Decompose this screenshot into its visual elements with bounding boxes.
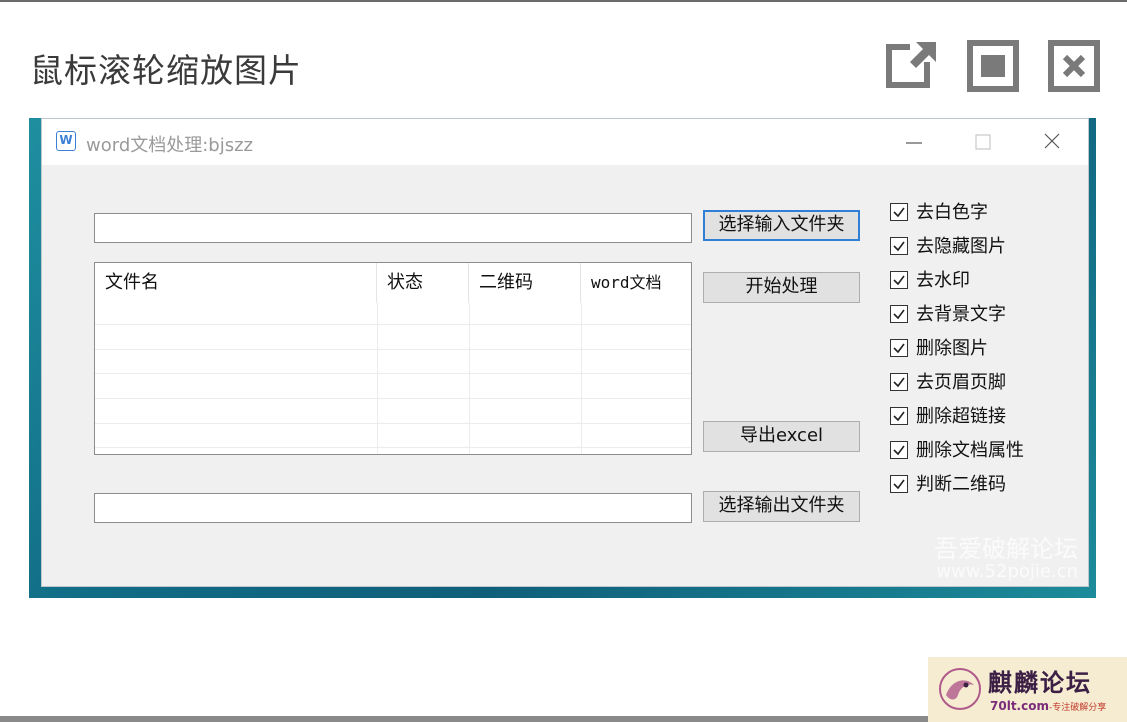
option-label: 去隐藏图片 [916, 236, 1006, 257]
checkbox[interactable] [890, 441, 908, 459]
minimize-icon [906, 142, 922, 144]
option-label: 去页眉页脚 [916, 372, 1006, 393]
window-titlebar: W word文档处理:bjszz [42, 119, 1088, 165]
option-label: 删除超链接 [916, 406, 1006, 427]
column-header-status[interactable]: 状态 [377, 263, 469, 303]
window-close-button[interactable] [1037, 129, 1067, 155]
viewer-bottom-bar [0, 716, 930, 722]
logo-url: 70lt.com-专注破解分享 [990, 699, 1107, 713]
open-external-button[interactable] [886, 40, 938, 92]
column-header-filename[interactable]: 文件名 [95, 263, 377, 303]
checkmark-icon [893, 377, 905, 388]
window-title: word文档处理:bjszz [86, 135, 254, 156]
row-gridline [95, 423, 691, 424]
checkmark-icon [893, 445, 905, 456]
screenshot-image: W word文档处理:bjszz 选择输入文件夹 文件名 状态 二维码 word… [29, 118, 1096, 598]
option-label: 删除图片 [916, 338, 988, 359]
checkmark-icon [893, 343, 905, 354]
output-folder-field[interactable] [94, 493, 692, 523]
row-gridline [95, 398, 691, 399]
logo-name: 麒麟论坛 [988, 668, 1092, 697]
viewer-title: 鼠标滚轮缩放图片 [30, 51, 302, 90]
fullscreen-icon [967, 40, 1019, 92]
option-label: 删除文档属性 [916, 440, 1024, 461]
checkmark-icon [893, 241, 905, 252]
row-gridline [95, 324, 691, 325]
checkbox[interactable] [890, 271, 908, 289]
checkbox[interactable] [890, 373, 908, 391]
fullscreen-button[interactable] [967, 40, 1019, 92]
row-gridline [95, 349, 691, 350]
watermark-url: www.52pojie.cn [936, 561, 1078, 582]
watermark-forum-name: 吾爱破解论坛 [934, 535, 1078, 563]
column-header-word-doc[interactable]: word文档 [581, 263, 691, 303]
row-gridline [95, 373, 691, 374]
checkbox[interactable] [890, 407, 908, 425]
checkmark-icon [893, 207, 905, 218]
checkmark-icon [893, 479, 905, 490]
checkmark-icon [893, 411, 905, 422]
option-label: 去水印 [916, 270, 970, 291]
option-label: 去白色字 [916, 202, 988, 223]
open-external-icon [886, 40, 938, 88]
option-label: 去背景文字 [916, 304, 1006, 325]
file-list-table[interactable]: 文件名 状态 二维码 word文档 [94, 262, 692, 455]
maximize-icon [975, 134, 991, 150]
viewer-close-button[interactable] [1048, 40, 1100, 92]
select-output-folder-button[interactable]: 选择输出文件夹 [703, 491, 860, 522]
qilin-emblem-icon [939, 668, 981, 710]
corner-logo: 麒麟论坛 70lt.com-专注破解分享 [928, 657, 1127, 722]
checkbox[interactable] [890, 339, 908, 357]
column-header-qrcode[interactable]: 二维码 [469, 263, 581, 303]
close-icon [1048, 40, 1100, 92]
export-excel-button[interactable]: 导出excel [703, 421, 860, 452]
checkbox[interactable] [890, 475, 908, 493]
table-header: 文件名 状态 二维码 word文档 [95, 263, 691, 303]
column-gridline [377, 303, 378, 454]
checkbox[interactable] [890, 203, 908, 221]
viewer-top-border [0, 0, 1127, 2]
word-icon: W [56, 131, 76, 151]
close-icon [1044, 133, 1060, 149]
maximize-button[interactable] [968, 129, 998, 155]
column-gridline [581, 303, 582, 454]
checkmark-icon [893, 275, 905, 286]
select-input-folder-button[interactable]: 选择输入文件夹 [703, 210, 860, 241]
app-window: W word文档处理:bjszz 选择输入文件夹 文件名 状态 二维码 word… [41, 118, 1089, 587]
minimize-button[interactable] [899, 129, 929, 155]
column-gridline [469, 303, 470, 454]
checkmark-icon [893, 309, 905, 320]
option-label: 判断二维码 [916, 474, 1006, 495]
start-processing-button[interactable]: 开始处理 [703, 272, 860, 303]
checkbox[interactable] [890, 237, 908, 255]
input-folder-field[interactable] [94, 213, 692, 243]
row-gridline [95, 447, 691, 448]
checkbox[interactable] [890, 305, 908, 323]
